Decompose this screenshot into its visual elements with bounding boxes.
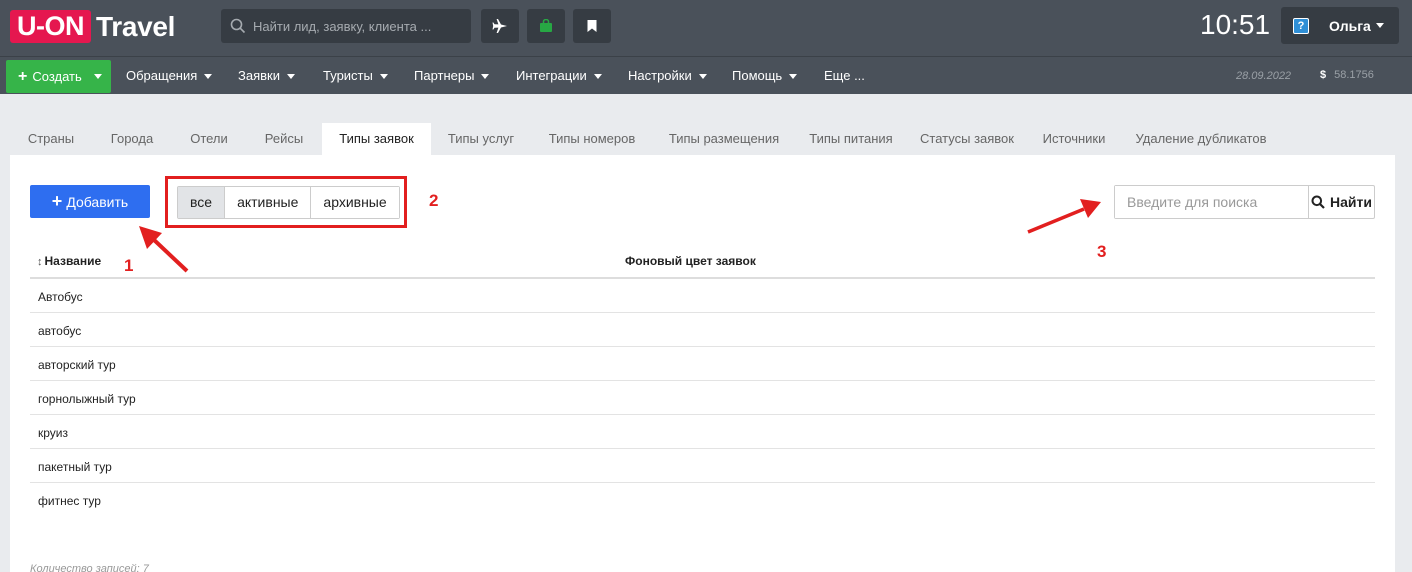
create-button[interactable]: + Создать [6,60,111,93]
logo-text: Travel [96,10,176,42]
nav-date: 28.09.2022 [1236,70,1292,82]
nav-item-label: Помощь [732,68,783,83]
row-name: круиз [38,426,68,440]
add-button[interactable]: + Добавить [30,185,150,218]
nav-item-partners[interactable]: Партнеры [414,68,490,83]
nav-item-tourists[interactable]: Туристы [323,68,388,83]
table-row[interactable]: круиз [30,415,1375,449]
nav-item-label: Еще ... [824,68,865,83]
logo-box: U-ON [10,10,91,43]
table-row[interactable]: авторский тур [30,347,1375,381]
nav-item-label: Заявки [238,68,280,83]
nav-item-integrations[interactable]: Интеграции [516,68,602,83]
tab-order-statuses[interactable]: Статусы заявок [907,123,1027,155]
chevron-down-icon [698,74,707,80]
bookmark-icon [587,20,597,32]
tab-duplicates[interactable]: Удаление дубликатов [1121,123,1281,155]
tab-order-types[interactable]: Типы заявок [322,123,431,155]
table-search-input[interactable] [1115,186,1308,218]
tab-room-types[interactable]: Типы номеров [531,123,653,155]
column-label: Название [44,254,102,268]
bag-icon [540,19,552,32]
global-search[interactable] [221,9,471,43]
user-name: Ольга [1329,17,1371,34]
bookmarks-button[interactable] [573,9,611,43]
help-icon[interactable]: ? [1293,17,1309,34]
annotation-number-2: 2 [429,191,439,210]
nav-item-requests[interactable]: Обращения [126,68,213,83]
main-nav: + Создать Обращения Заявки Туристы Партн… [0,56,1412,94]
airplane-icon [492,19,507,33]
filter-all[interactable]: все [178,187,226,218]
search-icon [230,18,246,34]
table-search: Найти [1114,185,1375,219]
tab-service-types[interactable]: Типы услуг [431,123,531,155]
table-row[interactable]: автобус [30,313,1375,347]
global-search-input[interactable] [253,18,463,34]
record-count: Количество записей: 7 [30,563,149,572]
nav-item-label: Партнеры [414,68,475,83]
nav-item-label: Обращения [126,68,198,83]
content-panel: + Добавить все активные архивные Найти ↕… [10,155,1395,572]
plus-icon: + [18,67,28,85]
status-filter: все активные архивные [177,186,400,219]
chevron-down-icon [379,74,388,80]
tab-flights[interactable]: Рейсы [246,123,322,155]
nav-item-orders[interactable]: Заявки [238,68,295,83]
row-name: горнолыжный тур [38,392,136,406]
flights-button[interactable] [481,9,519,43]
nav-item-label: Интеграции [516,68,587,83]
rate-value: 58.1756 [1334,69,1374,81]
logo[interactable]: U-ON Travel [10,10,175,43]
table-header: ↕ Название Фоновый цвет заявок [30,245,1375,279]
tab-hotels[interactable]: Отели [172,123,246,155]
chevron-down-icon [286,74,295,80]
create-label: Создать [32,69,82,84]
table-row[interactable]: пакетный тур [30,449,1375,483]
top-bar: U-ON Travel 10:51 ? Ольга [0,0,1412,56]
chevron-down-icon [481,74,490,80]
chevron-down-icon [93,74,102,79]
column-color: Фоновый цвет заявок [625,254,756,268]
nav-item-help[interactable]: Помощь [732,68,798,83]
table-row[interactable]: Автобус [30,279,1375,313]
nav-item-label: Настройки [628,68,692,83]
table-row[interactable]: фитнес тур [30,483,1375,517]
user-menu[interactable]: ? Ольга [1281,7,1399,44]
currency-rate: $58.1756 [1320,69,1374,81]
tab-countries[interactable]: Страны [10,123,92,155]
filter-active[interactable]: активные [225,187,312,218]
tab-meal-types[interactable]: Типы питания [795,123,907,155]
clock: 10:51 [1200,9,1271,40]
add-label: Добавить [66,193,129,210]
chevron-down-icon [593,74,602,80]
annotation-number-3: 3 [1097,242,1107,261]
search-icon [1311,195,1325,209]
column-name[interactable]: ↕ Название [37,254,101,268]
row-name: автобус [38,324,82,338]
search-button-label: Найти [1330,194,1372,210]
row-name: пакетный тур [38,460,112,474]
table-row[interactable]: горнолыжный тур [30,381,1375,415]
chevron-down-icon [789,74,798,80]
dollar-icon: $ [1320,69,1327,81]
plus-icon: + [51,191,63,211]
nav-item-label: Туристы [323,68,373,83]
search-button[interactable]: Найти [1308,186,1374,218]
filter-archived[interactable]: архивные [311,187,399,218]
annotation-box-2: все активные архивные [165,176,407,228]
tab-cities[interactable]: Города [92,123,172,155]
nav-item-more[interactable]: Еще ... [824,68,865,83]
tab-sources[interactable]: Источники [1027,123,1121,155]
row-name: авторский тур [38,358,116,372]
row-name: Автобус [38,290,83,304]
annotation-number-1: 1 [124,256,134,275]
nav-item-settings[interactable]: Настройки [628,68,707,83]
row-name: фитнес тур [38,494,101,508]
chevron-down-icon [1375,23,1384,28]
sort-icon: ↕ [37,256,43,268]
tasks-button[interactable] [527,9,565,43]
chevron-down-icon [204,74,213,80]
tab-accommodation-types[interactable]: Типы размещения [653,123,795,155]
